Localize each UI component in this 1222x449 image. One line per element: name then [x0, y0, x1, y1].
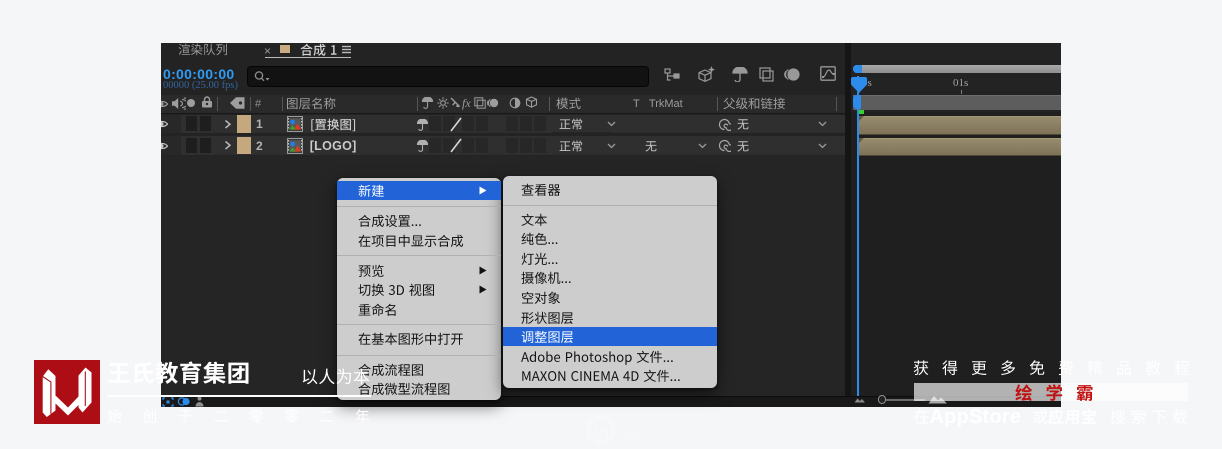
svg-text:.cn: .cn	[621, 428, 640, 443]
svg-text:UI: UI	[594, 424, 609, 441]
